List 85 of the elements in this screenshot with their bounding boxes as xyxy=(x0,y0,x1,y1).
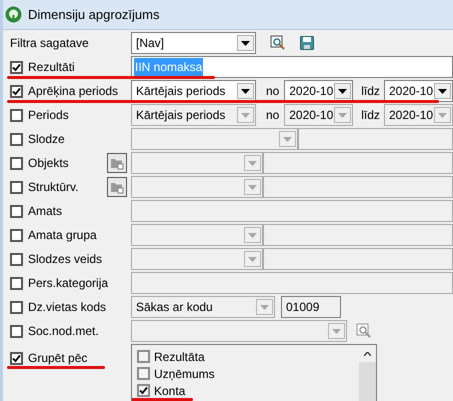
dropdown-field[interactable]: [Nav] xyxy=(131,32,256,54)
checkbox[interactable] xyxy=(10,324,23,338)
caret-down-icon xyxy=(241,88,250,94)
input-field[interactable] xyxy=(131,200,453,222)
save-icon[interactable] xyxy=(300,36,314,50)
dropdown-field[interactable] xyxy=(131,152,263,174)
option-label[interactable]: Konta xyxy=(154,382,186,400)
checkbox[interactable] xyxy=(10,156,23,170)
input-field[interactable] xyxy=(263,224,453,246)
from-label: no xyxy=(266,83,280,100)
field-label: Slodzes veids xyxy=(28,251,102,268)
input-field[interactable] xyxy=(131,272,453,294)
dropdown-field[interactable] xyxy=(131,248,263,270)
caret-down-icon xyxy=(241,40,250,46)
dropdown-field[interactable]: Kārtējais periods xyxy=(131,80,256,102)
checkbox[interactable] xyxy=(10,84,23,98)
caret-down-icon xyxy=(241,112,250,118)
dropdown-field[interactable] xyxy=(131,224,263,246)
checkbox[interactable] xyxy=(10,204,23,218)
to-label: līdz xyxy=(361,107,381,124)
input-field[interactable]: 01009 xyxy=(281,296,341,318)
caret-down-icon xyxy=(248,160,257,166)
check-icon xyxy=(12,86,21,96)
check-icon xyxy=(12,354,21,362)
dropdown-button[interactable] xyxy=(237,35,254,51)
checkbox[interactable] xyxy=(137,367,150,380)
caret-down-icon xyxy=(438,112,447,118)
field-label: Periods xyxy=(28,107,69,124)
input-field[interactable] xyxy=(263,176,453,198)
caret-down-icon xyxy=(283,136,292,142)
caret-down-icon xyxy=(332,328,341,334)
field-label: Slodze xyxy=(28,131,65,148)
dropdown-field[interactable]: 2020-10 xyxy=(384,80,453,102)
to-label: līdz xyxy=(361,83,381,100)
dropdown-field[interactable]: 2020-10 xyxy=(284,80,354,102)
field-label: Soc.nod.met. xyxy=(28,323,99,340)
option-label[interactable]: Uzņēmums xyxy=(154,364,215,382)
input-field[interactable] xyxy=(263,152,453,174)
dropdown-field[interactable] xyxy=(131,176,263,198)
search-icon[interactable] xyxy=(270,35,286,51)
checkbox[interactable] xyxy=(10,60,23,74)
dropdown-button[interactable] xyxy=(434,83,451,99)
checkbox[interactable] xyxy=(10,228,23,242)
field-label: Dz.vietas kods xyxy=(28,299,106,316)
folder-icon[interactable] xyxy=(107,177,127,197)
field-label: Filtra sagatave xyxy=(10,35,89,52)
dropdown-field[interactable]: Sākas ar kodu xyxy=(131,296,275,318)
scroll-up-icon[interactable] xyxy=(364,352,371,356)
caret-down-icon xyxy=(260,304,269,310)
from-label: no xyxy=(266,107,280,124)
input-field[interactable] xyxy=(263,248,453,270)
field-label: Rezultāti xyxy=(28,59,75,76)
window-title: Dimensiju apgrozījums xyxy=(28,6,160,24)
field-label: Amats xyxy=(28,203,62,220)
checkbox[interactable] xyxy=(10,352,23,364)
checkbox[interactable] xyxy=(137,384,150,397)
checkbox[interactable] xyxy=(10,300,23,314)
checkbox[interactable] xyxy=(10,276,23,290)
dropdown-button[interactable] xyxy=(334,83,352,99)
caret-down-icon xyxy=(438,88,447,94)
scrollbar[interactable] xyxy=(359,345,376,401)
dropdown-field[interactable] xyxy=(131,320,347,342)
field-label: Struktūrv. xyxy=(28,179,78,196)
option-label[interactable]: Rezultāta xyxy=(154,348,205,366)
checkbox[interactable] xyxy=(10,132,23,146)
caret-down-icon xyxy=(248,256,257,262)
field-label: Objekts xyxy=(28,155,69,172)
checkbox[interactable] xyxy=(10,252,23,266)
checkbox[interactable] xyxy=(10,180,23,194)
check-icon xyxy=(139,386,148,395)
checkbox[interactable] xyxy=(137,350,150,363)
caret-down-icon xyxy=(248,184,257,190)
field-label: Pers.kategorija xyxy=(28,275,108,292)
folder-icon[interactable] xyxy=(107,153,127,173)
input-field[interactable] xyxy=(298,128,453,150)
field-label: Grupēt pēc xyxy=(28,350,88,367)
caret-down-icon xyxy=(338,112,348,118)
dropdown-button[interactable] xyxy=(237,83,254,99)
field-label: Aprēķina periods xyxy=(28,83,118,100)
check-icon xyxy=(12,62,21,72)
caret-down-icon xyxy=(338,88,348,94)
app-logo-icon xyxy=(5,6,22,23)
dropdown-field[interactable] xyxy=(131,128,298,150)
caret-down-icon xyxy=(248,232,257,238)
field-label: Amata grupa xyxy=(28,227,97,244)
